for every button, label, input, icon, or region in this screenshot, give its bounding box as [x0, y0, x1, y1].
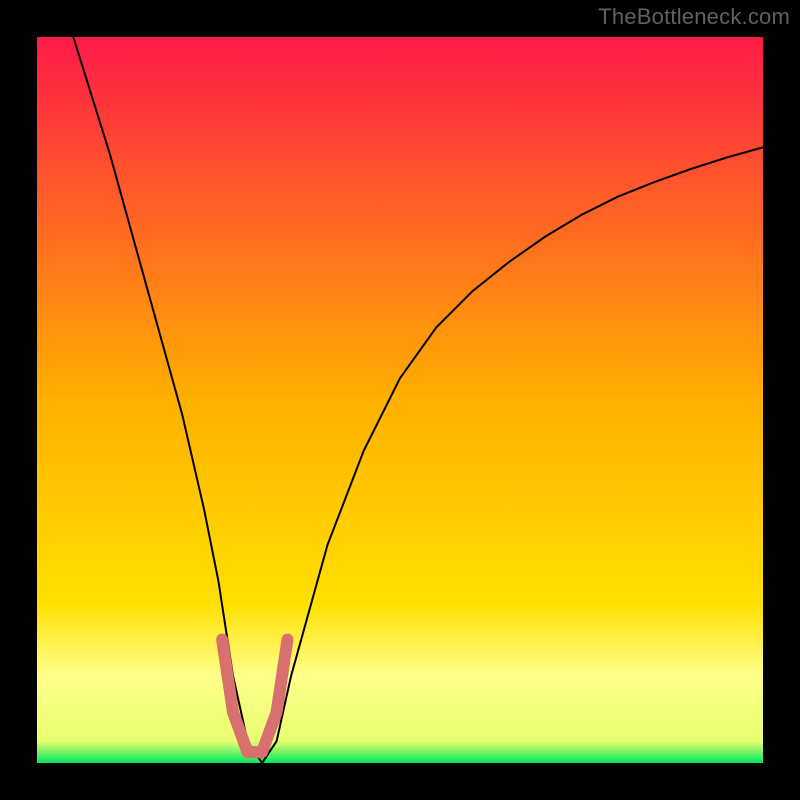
watermark-text: TheBottleneck.com	[598, 4, 790, 30]
chart-svg	[37, 37, 763, 763]
chart-frame: TheBottleneck.com	[0, 0, 800, 800]
plot-area	[37, 37, 763, 763]
gradient-background	[37, 37, 763, 763]
